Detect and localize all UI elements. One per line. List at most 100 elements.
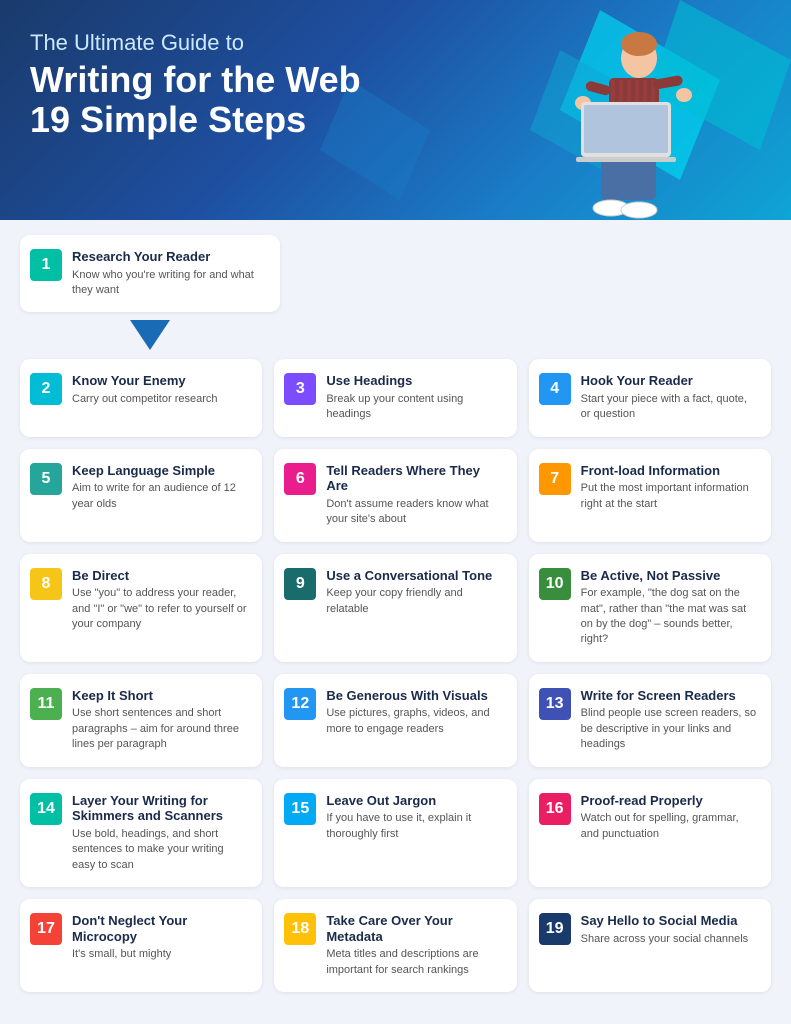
card-body-9: Use a Conversational Tone Keep your copy… [326, 568, 502, 617]
card-step-14: 14 Layer Your Writing for Skimmers and S… [20, 779, 262, 887]
card-title-18: Take Care Over Your Metadata [326, 913, 502, 944]
arrow-down-1 [130, 320, 170, 350]
card-title-15: Leave Out Jargon [326, 793, 502, 809]
card-desc-13: Blind people use screen readers, so be d… [581, 706, 757, 752]
card-desc-5: Aim to write for an audience of 12 year … [72, 481, 248, 512]
card-body-18: Take Care Over Your Metadata Meta titles… [326, 913, 502, 978]
card-title-7: Front-load Information [581, 463, 757, 479]
card-title-10: Be Active, Not Passive [581, 568, 757, 584]
card-title-5: Keep Language Simple [72, 463, 248, 479]
row-1: 1 Research Your Reader Know who you're w… [20, 235, 771, 312]
card-body-8: Be Direct Use "you" to address your read… [72, 568, 248, 633]
row-6: 14 Layer Your Writing for Skimmers and S… [20, 779, 771, 887]
card-desc-17: It's small, but mighty [72, 947, 248, 962]
card-desc-19: Share across your social channels [581, 932, 757, 947]
card-desc-11: Use short sentences and short paragraphs… [72, 706, 248, 752]
card-body-19: Say Hello to Social Media Share across y… [581, 913, 757, 947]
card-body-14: Layer Your Writing for Skimmers and Scan… [72, 793, 248, 873]
card-body-2: Know Your Enemy Carry out competitor res… [72, 373, 248, 407]
badge-7: 7 [539, 463, 571, 495]
badge-15: 15 [284, 793, 316, 825]
card-title-19: Say Hello to Social Media [581, 913, 757, 929]
card-title-4: Hook Your Reader [581, 373, 757, 389]
header-person-image [491, 30, 711, 220]
card-body-4: Hook Your Reader Start your piece with a… [581, 373, 757, 422]
header-title-block: The Ultimate Guide to Writing for the We… [30, 30, 450, 139]
badge-12: 12 [284, 688, 316, 720]
card-desc-14: Use bold, headings, and short sentences … [72, 827, 248, 873]
badge-16: 16 [539, 793, 571, 825]
card-body-17: Don't Neglect Your Microcopy It's small,… [72, 913, 248, 963]
card-desc-6: Don't assume readers know what your site… [326, 497, 502, 528]
card-step-8: 8 Be Direct Use "you" to address your re… [20, 554, 262, 662]
card-step-3: 3 Use Headings Break up your content usi… [274, 359, 516, 436]
card-step-19: 19 Say Hello to Social Media Share acros… [529, 899, 771, 992]
row-3: 5 Keep Language Simple Aim to write for … [20, 449, 771, 542]
card-title-6: Tell Readers Where They Are [326, 463, 502, 494]
badge-19: 19 [539, 913, 571, 945]
badge-9: 9 [284, 568, 316, 600]
card-step-6: 6 Tell Readers Where They Are Don't assu… [274, 449, 516, 542]
card-title-13: Write for Screen Readers [581, 688, 757, 704]
card-desc-16: Watch out for spelling, grammar, and pun… [581, 811, 757, 842]
card-step-18: 18 Take Care Over Your Metadata Meta tit… [274, 899, 516, 992]
card-title-17: Don't Neglect Your Microcopy [72, 913, 248, 944]
badge-3: 3 [284, 373, 316, 405]
card-step-15: 15 Leave Out Jargon If you have to use i… [274, 779, 516, 887]
badge-17: 17 [30, 913, 62, 945]
card-step-1: 1 Research Your Reader Know who you're w… [20, 235, 280, 312]
card-step-11: 11 Keep It Short Use short sentences and… [20, 674, 262, 767]
badge-14: 14 [30, 793, 62, 825]
card-step-5: 5 Keep Language Simple Aim to write for … [20, 449, 262, 542]
card-step-13: 13 Write for Screen Readers Blind people… [529, 674, 771, 767]
card-title-16: Proof-read Properly [581, 793, 757, 809]
badge-1: 1 [30, 249, 62, 281]
card-body-1: Research Your Reader Know who you're wri… [72, 249, 266, 298]
card-desc-18: Meta titles and descriptions are importa… [326, 947, 502, 978]
card-body-13: Write for Screen Readers Blind people us… [581, 688, 757, 753]
header-subtitle: The Ultimate Guide to [30, 30, 450, 56]
card-title-3: Use Headings [326, 373, 502, 389]
card-step-16: 16 Proof-read Properly Watch out for spe… [529, 779, 771, 887]
card-desc-4: Start your piece with a fact, quote, or … [581, 392, 757, 423]
card-desc-1: Know who you're writing for and what the… [72, 268, 266, 299]
badge-13: 13 [539, 688, 571, 720]
row-4: 8 Be Direct Use "you" to address your re… [20, 554, 771, 662]
card-body-15: Leave Out Jargon If you have to use it, … [326, 793, 502, 842]
card-step-17: 17 Don't Neglect Your Microcopy It's sma… [20, 899, 262, 992]
card-step-2: 2 Know Your Enemy Carry out competitor r… [20, 359, 262, 436]
card-title-12: Be Generous With Visuals [326, 688, 502, 704]
card-body-6: Tell Readers Where They Are Don't assume… [326, 463, 502, 528]
card-title-2: Know Your Enemy [72, 373, 248, 389]
content-area: 1 Research Your Reader Know who you're w… [0, 220, 791, 1024]
badge-2: 2 [30, 373, 62, 405]
card-step-12: 12 Be Generous With Visuals Use pictures… [274, 674, 516, 767]
row-7: 17 Don't Neglect Your Microcopy It's sma… [20, 899, 771, 992]
badge-5: 5 [30, 463, 62, 495]
card-body-10: Be Active, Not Passive For example, "the… [581, 568, 757, 648]
card-step-10: 10 Be Active, Not Passive For example, "… [529, 554, 771, 662]
card-title-8: Be Direct [72, 568, 248, 584]
card-desc-8: Use "you" to address your reader, and "I… [72, 586, 248, 632]
card-body-11: Keep It Short Use short sentences and sh… [72, 688, 248, 753]
card-body-5: Keep Language Simple Aim to write for an… [72, 463, 248, 512]
row-5: 11 Keep It Short Use short sentences and… [20, 674, 771, 767]
badge-11: 11 [30, 688, 62, 720]
card-title-1: Research Your Reader [72, 249, 266, 265]
card-body-7: Front-load Information Put the most impo… [581, 463, 757, 512]
card-desc-7: Put the most important information right… [581, 481, 757, 512]
page-header: The Ultimate Guide to Writing for the We… [0, 0, 791, 220]
card-desc-12: Use pictures, graphs, videos, and more t… [326, 706, 502, 737]
badge-18: 18 [284, 913, 316, 945]
card-desc-15: If you have to use it, explain it thorou… [326, 811, 502, 842]
badge-10: 10 [539, 568, 571, 600]
card-step-9: 9 Use a Conversational Tone Keep your co… [274, 554, 516, 662]
card-step-4: 4 Hook Your Reader Start your piece with… [529, 359, 771, 436]
card-body-12: Be Generous With Visuals Use pictures, g… [326, 688, 502, 737]
card-title-9: Use a Conversational Tone [326, 568, 502, 584]
card-body-16: Proof-read Properly Watch out for spelli… [581, 793, 757, 842]
badge-6: 6 [284, 463, 316, 495]
card-body-3: Use Headings Break up your content using… [326, 373, 502, 422]
card-title-11: Keep It Short [72, 688, 248, 704]
card-desc-10: For example, "the dog sat on the mat", r… [581, 586, 757, 648]
